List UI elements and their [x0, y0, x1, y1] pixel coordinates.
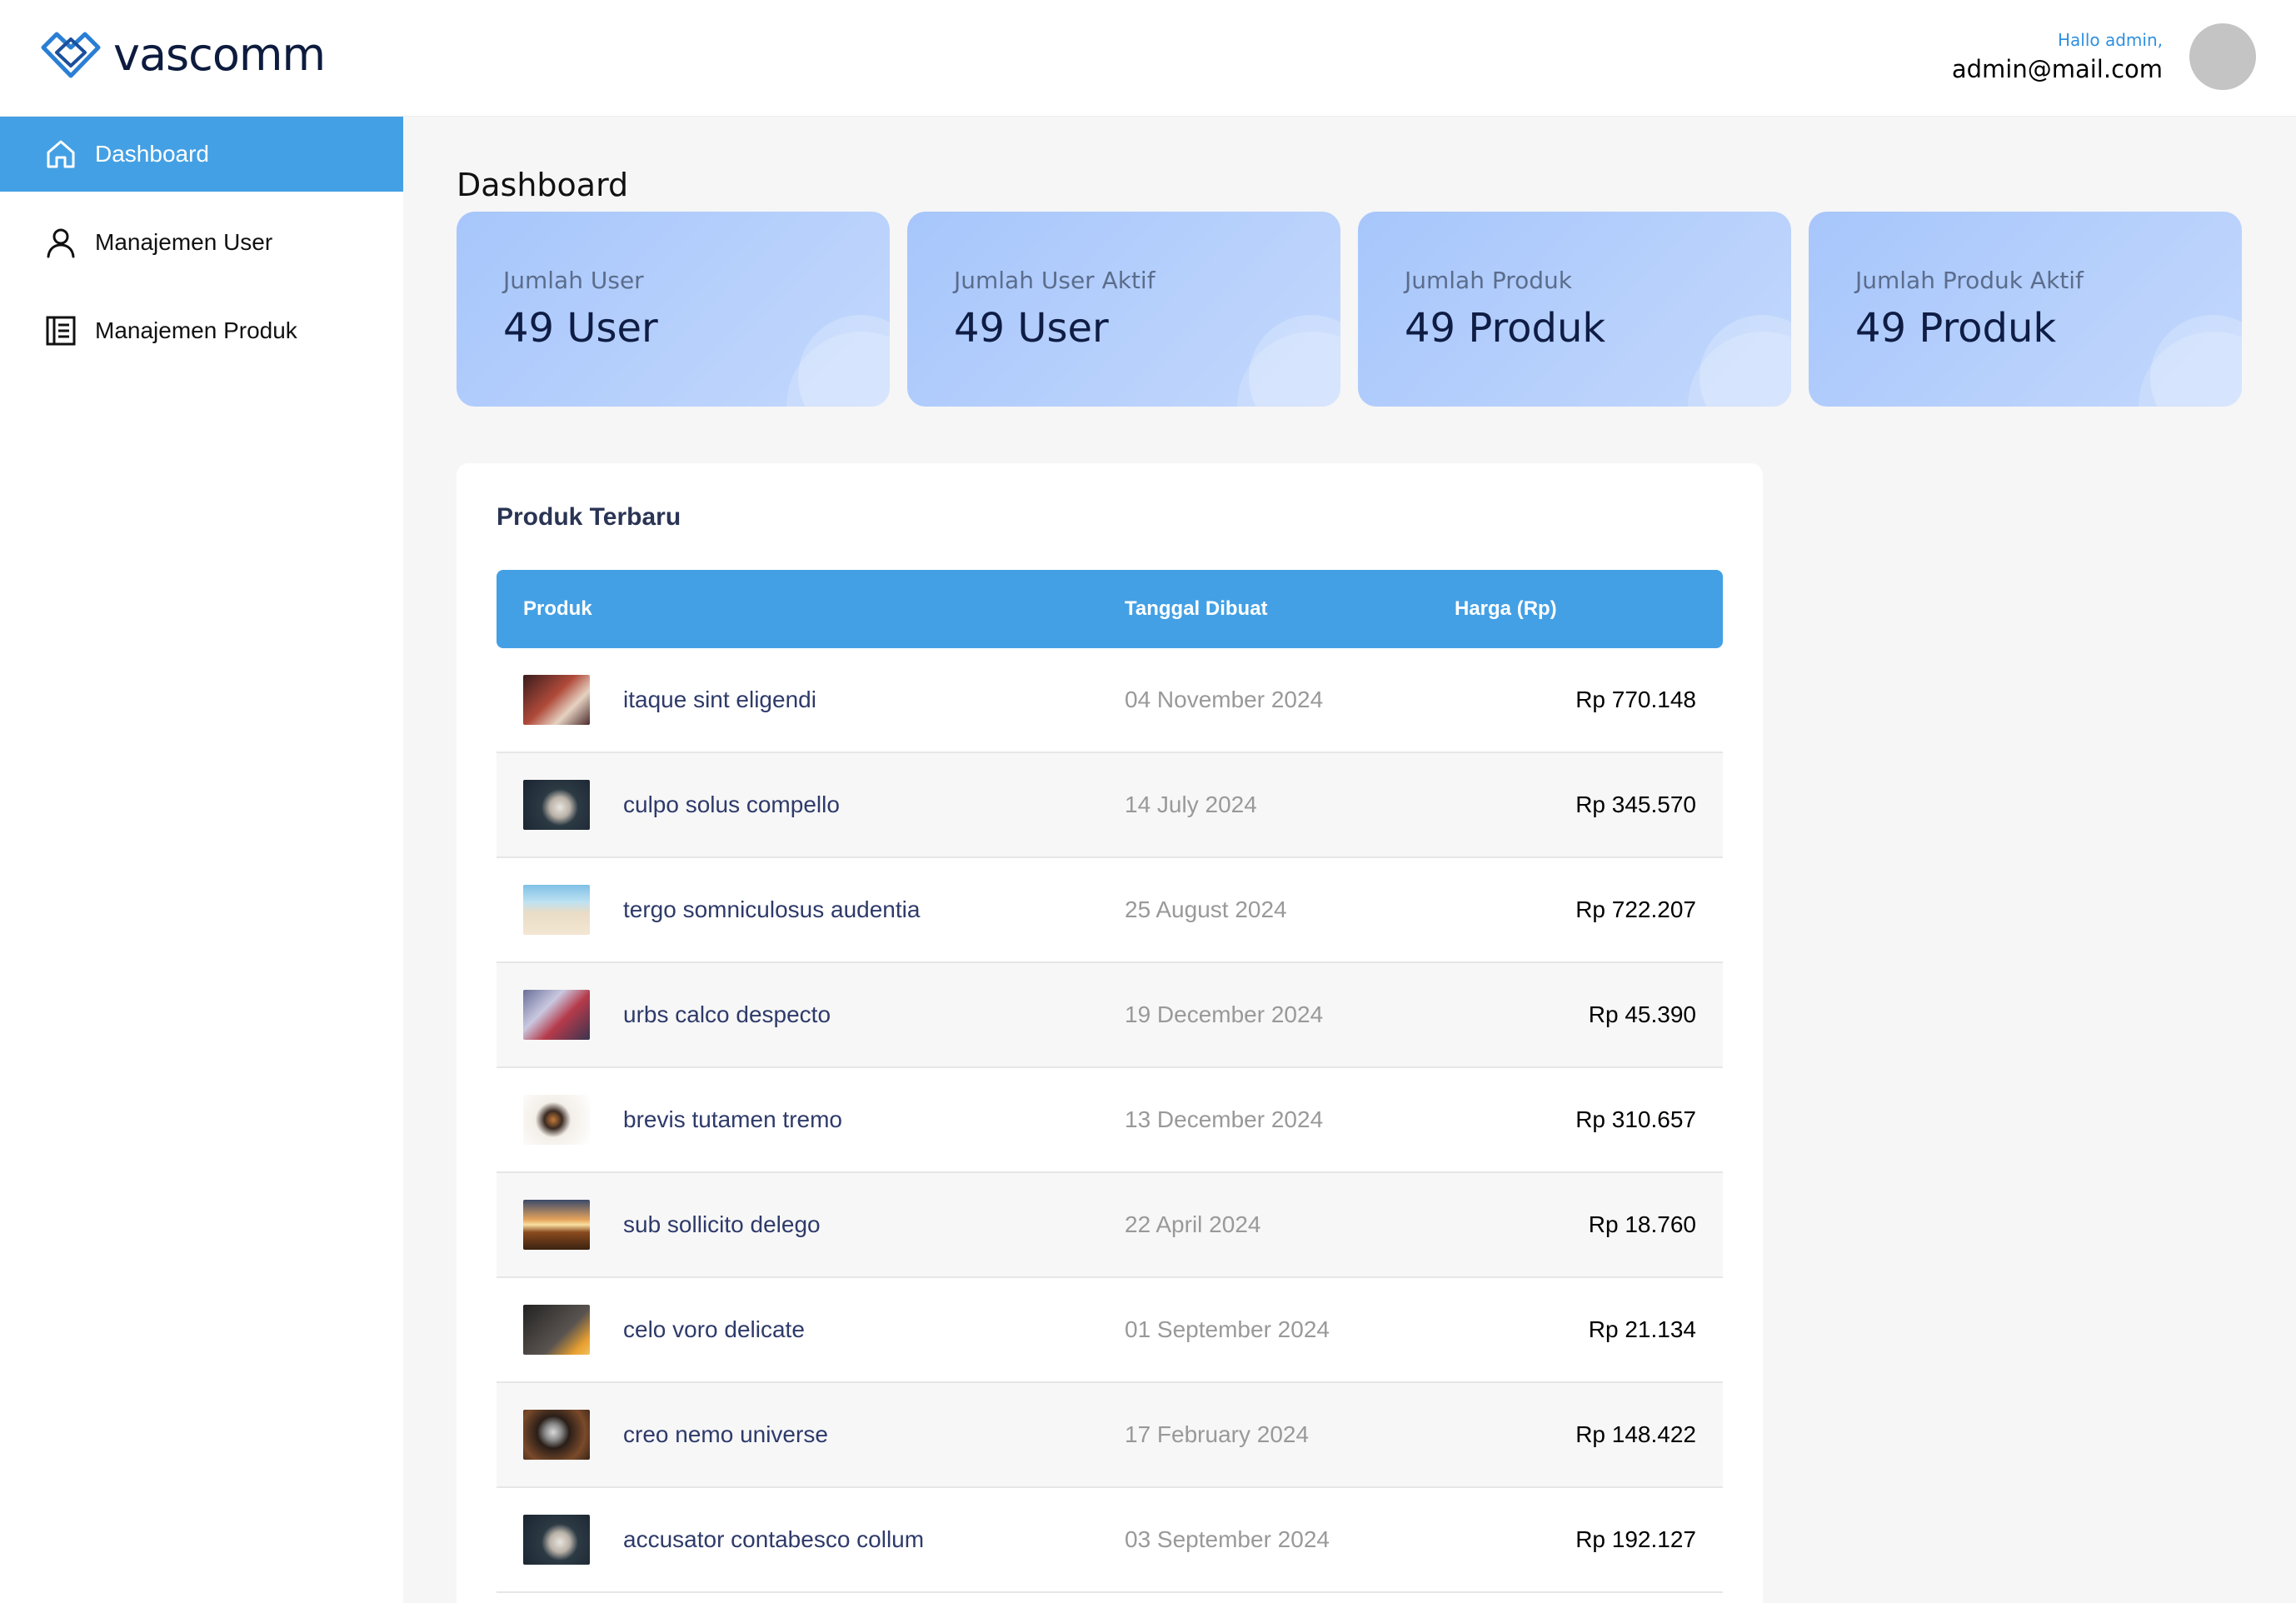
product-cell: brevis tutamen tremo: [497, 1095, 1098, 1145]
product-cell: urbs calco despecto: [497, 990, 1098, 1040]
vascomm-logo-icon: [41, 32, 101, 77]
product-cell: tergo somniculosus audentia: [497, 885, 1098, 935]
product-name: creo nemo universe: [623, 1421, 828, 1447]
user-greeting: Hallo admin,: [2057, 30, 2163, 50]
product-thumbnail: [523, 990, 590, 1040]
product-name: sub sollicito delego: [623, 1211, 821, 1237]
product-name: culpo solus compello: [623, 792, 840, 817]
sidebar-item-manajemen-user[interactable]: Manajemen User: [0, 205, 403, 280]
stat-value: 49 User: [503, 305, 658, 352]
stat-card-jumlah-user-aktif: Jumlah User Aktif 49 User: [907, 212, 1340, 407]
stat-card-jumlah-produk: Jumlah Produk 49 Produk: [1358, 212, 1791, 407]
table-row[interactable]: itaque sint eligendi 04 November 2024 Rp…: [497, 648, 1723, 753]
sidebar-item-manajemen-produk[interactable]: Manajemen Produk: [0, 293, 403, 368]
product-name: brevis tutamen tremo: [623, 1106, 842, 1132]
user-email: admin@mail.com: [1951, 55, 2163, 83]
product-date: 13 December 2024: [1125, 1106, 1324, 1132]
product-thumbnail: [523, 675, 590, 725]
stat-card-jumlah-produk-aktif: Jumlah Produk Aktif 49 Produk: [1809, 212, 2242, 407]
product-cell: celo voro delicate: [497, 1305, 1098, 1355]
products-table: Produk Tanggal Dibuat Harga (Rp) itaque …: [497, 570, 1723, 1593]
brand-logo[interactable]: vascomm: [40, 28, 326, 81]
product-thumbnail: [523, 885, 590, 935]
table-row[interactable]: culpo solus compello 14 July 2024 Rp 345…: [497, 753, 1723, 858]
column-header-harga[interactable]: Harga (Rp): [1455, 597, 1723, 621]
table-row[interactable]: accusator contabesco collum 03 September…: [497, 1488, 1723, 1593]
product-name: accusator contabesco collum: [623, 1526, 925, 1552]
product-thumbnail: [523, 780, 590, 830]
product-price: Rp 148.422: [1575, 1421, 1696, 1447]
stat-label: Jumlah Produk Aktif: [1855, 267, 2084, 294]
user-info: Hallo admin, admin@mail.com: [1952, 30, 2163, 83]
sidebar-item-label: Manajemen User: [95, 229, 273, 255]
product-date: 14 July 2024: [1125, 792, 1257, 817]
document-icon: [43, 313, 78, 348]
stat-label: Jumlah User: [503, 267, 644, 294]
stat-label: Jumlah Produk: [1405, 267, 1573, 294]
card-decoration: [1237, 332, 1340, 407]
sidebar-item-dashboard[interactable]: Dashboard: [0, 117, 403, 192]
product-name: tergo somniculosus audentia: [623, 896, 921, 922]
sidebar: Dashboard Manajemen User Manajemen Produ…: [0, 117, 403, 1603]
sidebar-item-label: Dashboard: [95, 141, 209, 167]
product-date: 22 April 2024: [1125, 1211, 1261, 1237]
brand-name: vascomm: [113, 28, 326, 81]
table-header: Produk Tanggal Dibuat Harga (Rp): [497, 570, 1723, 648]
user-icon: [43, 225, 78, 260]
product-cell: culpo solus compello: [497, 780, 1098, 830]
top-header: vascomm Hallo admin, admin@mail.com: [0, 0, 2296, 117]
product-thumbnail: [523, 1305, 590, 1355]
product-date: 01 September 2024: [1125, 1316, 1330, 1342]
product-date: 04 November 2024: [1125, 687, 1324, 712]
panel-title: Produk Terbaru: [497, 503, 681, 531]
product-cell: sub sollicito delego: [497, 1200, 1098, 1250]
stat-value: 49 User: [954, 305, 1109, 352]
sidebar-item-label: Manajemen Produk: [95, 317, 297, 343]
table-row[interactable]: creo nemo universe 17 February 2024 Rp 1…: [497, 1383, 1723, 1488]
product-date: 03 September 2024: [1125, 1526, 1330, 1552]
product-date: 25 August 2024: [1125, 896, 1287, 922]
stat-card-jumlah-user: Jumlah User 49 User: [457, 212, 890, 407]
product-date: 17 February 2024: [1125, 1421, 1310, 1447]
product-thumbnail: [523, 1515, 590, 1565]
user-menu[interactable]: Hallo admin, admin@mail.com: [1952, 23, 2256, 90]
home-icon: [43, 137, 78, 172]
stat-label: Jumlah User Aktif: [954, 267, 1155, 294]
column-header-produk[interactable]: Produk: [497, 597, 1098, 621]
product-cell: creo nemo universe: [497, 1410, 1098, 1460]
product-thumbnail: [523, 1410, 590, 1460]
product-thumbnail: [523, 1200, 590, 1250]
product-price: Rp 345.570: [1575, 792, 1696, 817]
product-name: urbs calco despecto: [623, 1001, 831, 1027]
table-row[interactable]: brevis tutamen tremo 13 December 2024 Rp…: [497, 1068, 1723, 1173]
product-name: celo voro delicate: [623, 1316, 805, 1342]
product-price: Rp 722.207: [1575, 896, 1696, 922]
stat-value: 49 Produk: [1405, 305, 1606, 352]
product-name: itaque sint eligendi: [623, 687, 816, 712]
product-cell: accusator contabesco collum: [497, 1515, 1098, 1565]
product-cell: itaque sint eligendi: [497, 675, 1098, 725]
card-decoration: [2139, 332, 2242, 407]
column-header-tanggal[interactable]: Tanggal Dibuat: [1098, 597, 1455, 621]
card-decoration: [786, 332, 890, 407]
stat-value: 49 Produk: [1855, 305, 2057, 352]
product-thumbnail: [523, 1095, 590, 1145]
latest-products-panel: Produk Terbaru Produk Tanggal Dibuat Har…: [457, 463, 1763, 1603]
stats-cards: Jumlah User 49 User Jumlah User Aktif 49…: [457, 212, 2242, 407]
page-title: Dashboard: [457, 167, 629, 203]
product-date: 19 December 2024: [1125, 1001, 1324, 1027]
table-row[interactable]: sub sollicito delego 22 April 2024 Rp 18…: [497, 1173, 1723, 1278]
table-row[interactable]: celo voro delicate 01 September 2024 Rp …: [497, 1278, 1723, 1383]
product-price: Rp 21.134: [1588, 1316, 1696, 1342]
table-row[interactable]: tergo somniculosus audentia 25 August 20…: [497, 858, 1723, 963]
table-row[interactable]: urbs calco despecto 19 December 2024 Rp …: [497, 963, 1723, 1068]
product-price: Rp 770.148: [1575, 687, 1696, 712]
product-price: Rp 310.657: [1575, 1106, 1696, 1132]
card-decoration: [1688, 332, 1791, 407]
product-price: Rp 18.760: [1588, 1211, 1696, 1237]
product-price: Rp 45.390: [1588, 1001, 1696, 1027]
avatar[interactable]: [2189, 23, 2256, 90]
product-price: Rp 192.127: [1575, 1526, 1696, 1552]
